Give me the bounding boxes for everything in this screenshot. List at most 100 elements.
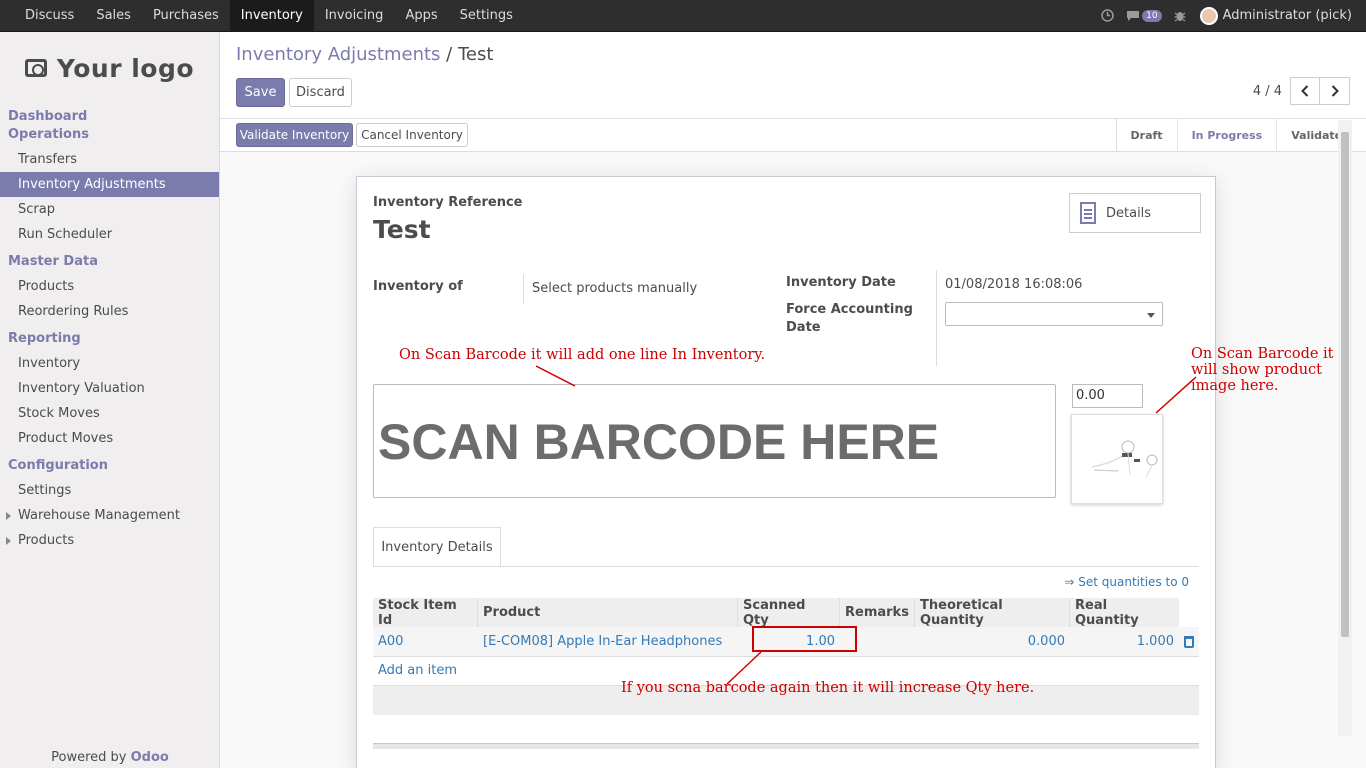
clock-icon[interactable]	[1101, 9, 1114, 22]
cancel-inventory-button[interactable]: Cancel Inventory	[356, 123, 468, 147]
scrollbar-thumb[interactable]	[1341, 132, 1349, 637]
sidebar-section-master-data: Master Data	[8, 254, 98, 269]
sidebar-item-product-moves[interactable]: Product Moves	[0, 426, 219, 451]
annotation-product-image: On Scan Barcode it will show product ima…	[1191, 346, 1341, 394]
sidebar-item-scrap[interactable]: Scrap	[0, 197, 219, 222]
powered-by: Powered by Odoo	[0, 750, 220, 765]
field-divider	[523, 274, 524, 304]
pager-value: 4 / 4	[1252, 83, 1282, 99]
discard-button[interactable]: Discard	[289, 78, 352, 107]
field-divider-right	[936, 270, 937, 366]
annotation-add-line: On Scan Barcode it will add one line In …	[399, 347, 766, 363]
sidebar-item-run-scheduler[interactable]: Run Scheduler	[0, 222, 219, 247]
sidebar-item-inventory-adjustments[interactable]: Inventory Adjustments	[0, 172, 219, 197]
sidebar-section-dashboard[interactable]: Dashboard	[0, 108, 219, 126]
annotation-image-line2: will show product	[1191, 362, 1322, 378]
user-avatar[interactable]	[1199, 6, 1218, 25]
menu-sales[interactable]: Sales	[85, 0, 142, 31]
state-draft: Draft	[1117, 118, 1178, 152]
delete-row-button[interactable]	[1179, 627, 1199, 656]
details-button[interactable]: Details	[1069, 193, 1201, 233]
breadcrumb: Inventory Adjustments / Test	[236, 44, 493, 65]
headphones-icon	[1091, 440, 1158, 478]
menu-apps[interactable]: Apps	[394, 0, 448, 31]
bug-icon[interactable]	[1174, 9, 1186, 22]
app-menu: Discuss Sales Purchases Inventory Invoic…	[0, 0, 524, 31]
inventory-date-label: Inventory Date	[786, 275, 896, 290]
col-stock-item-id[interactable]: Stock Item Id	[373, 598, 478, 628]
scan-barcode-field[interactable]: SCAN BARCODE HERE	[373, 384, 1056, 498]
state-validated: Validated	[1291, 128, 1350, 142]
inventory-reference-value[interactable]: Test	[373, 215, 431, 244]
sidebar-section-reporting: Reporting	[8, 331, 81, 346]
cell-stock-item-id[interactable]: A00	[373, 627, 478, 656]
sidebar-item-warehouse-management[interactable]: Warehouse Management	[0, 503, 219, 528]
chat-icon[interactable]: 10	[1126, 9, 1162, 22]
chevron-right-icon	[1331, 85, 1339, 97]
sidebar-item-report-inventory[interactable]: Inventory	[0, 351, 219, 376]
sidebar-item-inventory-valuation[interactable]: Inventory Valuation	[0, 376, 219, 401]
sidebar-item-settings[interactable]: Settings	[0, 478, 219, 503]
breadcrumb-current: Test	[457, 44, 494, 65]
control-panel: Inventory Adjustments / Test Save Discar…	[220, 32, 1366, 152]
building-icon	[1080, 202, 1096, 224]
scanned-qty-highlight	[752, 626, 857, 652]
save-button[interactable]: Save	[236, 78, 285, 107]
pager-previous-button[interactable]	[1290, 77, 1320, 105]
scan-barcode-text: SCAN BARCODE HERE	[378, 414, 940, 470]
force-accounting-label-date: Date	[786, 320, 821, 335]
breadcrumb-parent[interactable]: Inventory Adjustments	[236, 44, 440, 65]
sidebar-section-operations: Operations	[8, 127, 89, 142]
annotation-increase-qty: If you scna barcode again then it will i…	[621, 680, 1035, 696]
annotation-image-line3: image here.	[1191, 378, 1279, 394]
menu-invoicing[interactable]: Invoicing	[314, 0, 395, 31]
col-product[interactable]: Product	[478, 598, 738, 627]
col-remarks[interactable]: Remarks	[840, 598, 915, 627]
sidebar-item-stock-moves[interactable]: Stock Moves	[0, 401, 219, 426]
annotation-image-line1: On Scan Barcode it	[1191, 346, 1334, 362]
sidebar-item-transfers[interactable]: Transfers	[0, 147, 219, 172]
sidebar-item-config-products[interactable]: Products	[0, 528, 219, 553]
col-theoretical-quantity[interactable]: Theoretical Quantity	[915, 598, 1070, 628]
table-header: Stock Item Id Product Scanned Qty Remark…	[373, 598, 1179, 628]
qty-input[interactable]: 0.00	[1072, 384, 1143, 408]
cell-real-quantity[interactable]: 1.000	[1070, 627, 1179, 656]
pager: 4 / 4	[1253, 77, 1350, 105]
menu-discuss[interactable]: Discuss	[14, 0, 85, 31]
user-menu[interactable]: Administrator (pick)	[1223, 8, 1352, 23]
menu-purchases[interactable]: Purchases	[142, 0, 230, 31]
sidebar-item-reordering-rules[interactable]: Reordering Rules	[0, 299, 219, 324]
menu-settings[interactable]: Settings	[449, 0, 524, 31]
logo-text: Your logo	[56, 53, 195, 83]
force-accounting-date-select[interactable]	[945, 302, 1163, 326]
tab-inventory-details[interactable]: Inventory Details	[373, 527, 501, 567]
menu-inventory[interactable]: Inventory	[229, 0, 314, 31]
status-bar: Draft In Progress Validated	[1115, 118, 1366, 152]
systray: 10 Administrator (pick)	[1089, 0, 1366, 31]
table-footer-bottom	[373, 743, 1199, 749]
page-scrollbar[interactable]	[1338, 120, 1352, 736]
odoo-link[interactable]: Odoo	[131, 750, 169, 765]
product-image	[1071, 414, 1163, 504]
form-content: Inventory Reference Test Details Invento…	[220, 120, 1352, 768]
inventory-date-value[interactable]: 01/08/2018 16:08:06	[945, 277, 1082, 292]
powered-by-text: Powered by	[51, 750, 131, 765]
details-label: Details	[1106, 205, 1152, 221]
cell-product[interactable]: [E-COM08] Apple In-Ear Headphones	[478, 627, 738, 656]
camera-icon	[24, 59, 47, 77]
col-scanned-qty[interactable]: Scanned Qty	[738, 598, 840, 628]
pager-next-button[interactable]	[1320, 77, 1350, 105]
company-logo: Your logo	[0, 32, 219, 104]
set-quantities-link[interactable]: ⇒ Set quantities to 0	[1064, 575, 1189, 589]
chat-count-badge: 10	[1142, 9, 1162, 22]
breadcrumb-separator: /	[446, 44, 453, 65]
trash-icon	[1184, 635, 1194, 648]
validate-inventory-button[interactable]: Validate Inventory	[236, 123, 353, 147]
inventory-of-select[interactable]: Select products manually	[532, 281, 697, 296]
chevron-left-icon	[1301, 85, 1309, 97]
add-item-link[interactable]: Add an item	[378, 663, 457, 678]
sidebar-item-products[interactable]: Products	[0, 274, 219, 299]
inventory-of-label: Inventory of	[373, 279, 463, 294]
col-real-quantity[interactable]: Real Quantity	[1070, 598, 1179, 628]
state-in-progress: In Progress	[1178, 118, 1278, 152]
